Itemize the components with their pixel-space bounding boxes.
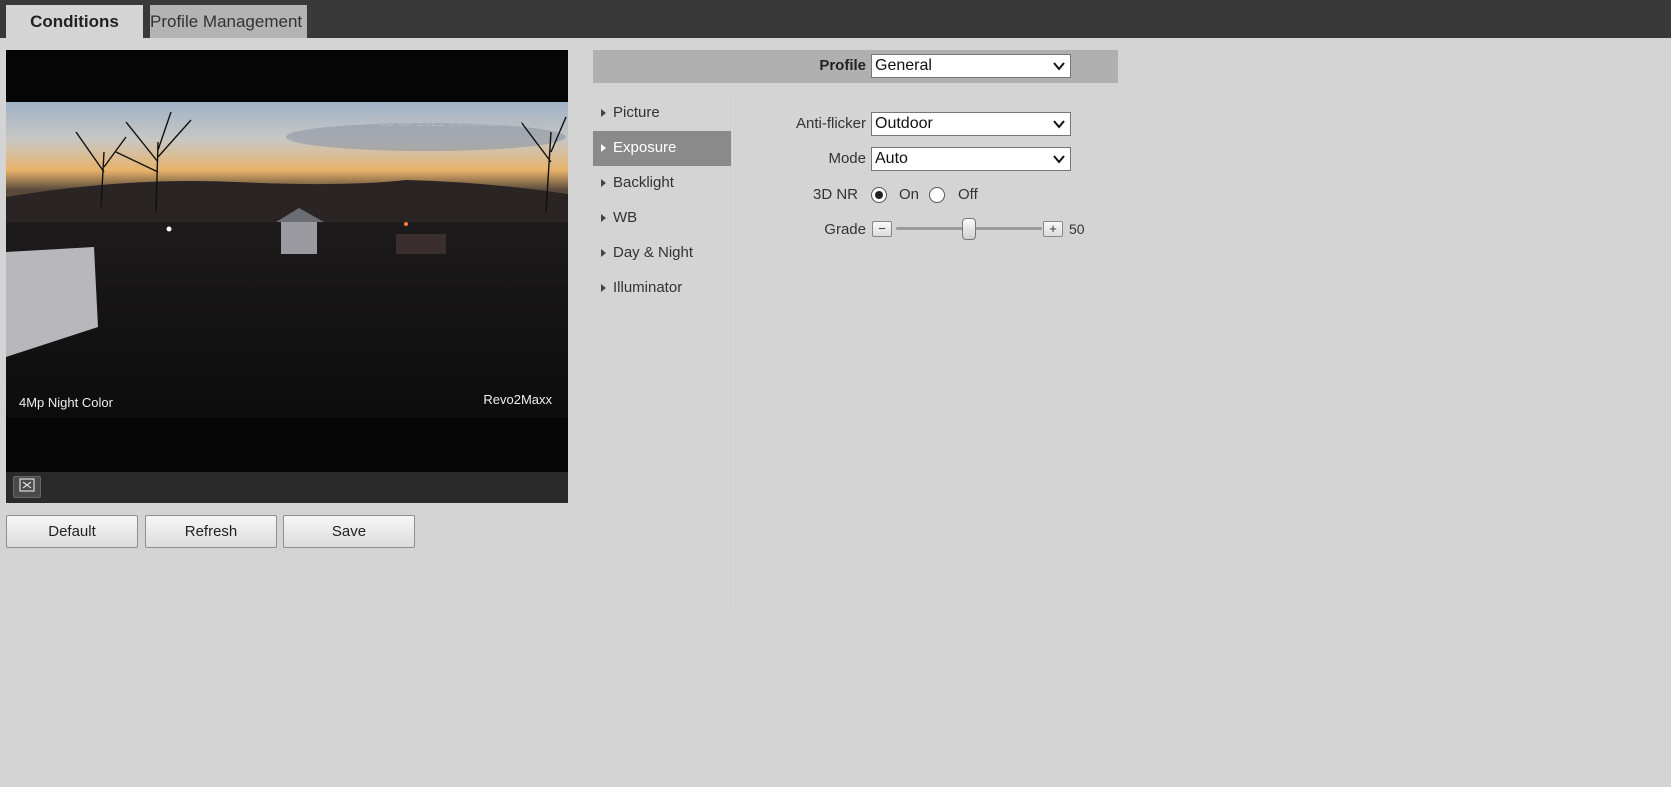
3d-nr-off-radio[interactable] [929,187,945,203]
caret-right-icon [601,109,606,117]
menu-item-label: WB [613,209,638,226]
minus-icon: − [878,221,886,236]
profile-select-value: General [875,57,932,74]
chevron-down-icon [1052,116,1066,138]
profile-select[interactable]: General [871,54,1071,78]
mode-select[interactable]: Auto [871,147,1071,171]
panel-divider [731,96,734,608]
anti-flicker-value: Outdoor [875,115,933,132]
menu-item-label: Day & Night [613,244,694,261]
grade-increase-button[interactable]: + [1043,221,1063,237]
caret-right-icon [601,284,606,292]
video-caption-right: Revo2Maxx [483,392,552,407]
menu-item-label: Backlight [613,174,674,191]
video-timestamp: 01-08-2022 06:31:26 PM Sat [379,114,546,129]
default-button[interactable]: Default [6,515,138,548]
3d-nr-label: 3D NR [812,186,858,203]
caret-right-icon [601,249,606,257]
menu-item-label: Exposure [613,139,677,156]
menu-item-picture[interactable]: Picture [593,96,731,131]
anti-flicker-select[interactable]: Outdoor [871,112,1071,136]
mode-value: Auto [875,150,908,167]
caret-right-icon [601,179,606,187]
grade-slider-thumb[interactable] [962,218,976,240]
profile-label: Profile [819,57,866,74]
menu-item-label: Illuminator [613,279,683,296]
tab-conditions[interactable]: Conditions [6,5,143,38]
chevron-down-icon [1052,151,1066,173]
grade-decrease-button[interactable]: − [872,221,892,237]
settings-menu: Picture Exposure Backlight WB Day & Nigh… [593,96,731,306]
grade-value: 50 [1069,221,1085,237]
refresh-button[interactable]: Refresh [145,515,277,548]
menu-item-label: Picture [613,104,660,121]
fullscreen-icon [19,478,35,496]
menu-item-exposure[interactable]: Exposure [593,131,731,166]
plus-icon: + [1049,221,1057,236]
grade-label: Grade [824,221,866,238]
anti-flicker-label: Anti-flicker [795,115,866,132]
3d-nr-on-label: On [899,186,920,203]
camera-image [6,102,568,418]
tab-profile-management[interactable]: Profile Management [150,5,307,38]
save-button[interactable]: Save [283,515,415,548]
menu-item-wb[interactable]: WB [593,201,731,236]
video-caption-left: 4Mp Night Color [19,395,113,410]
menu-item-illuminator[interactable]: Illuminator [593,271,731,306]
caret-right-icon [601,144,606,152]
menu-item-day-night[interactable]: Day & Night [593,236,731,271]
chevron-down-icon [1052,58,1066,80]
top-tab-bar: Conditions Profile Management [0,0,1671,38]
fullscreen-button[interactable] [13,476,41,498]
caret-right-icon [601,214,606,222]
3d-nr-on-radio[interactable] [871,187,887,203]
3d-nr-off-label: Off [958,186,978,203]
video-preview: 01-08-2022 06:31:26 PM Sat 4Mp Night Col… [6,50,568,503]
menu-item-backlight[interactable]: Backlight [593,166,731,201]
mode-label: Mode [828,150,866,167]
video-toolbar [6,472,568,503]
